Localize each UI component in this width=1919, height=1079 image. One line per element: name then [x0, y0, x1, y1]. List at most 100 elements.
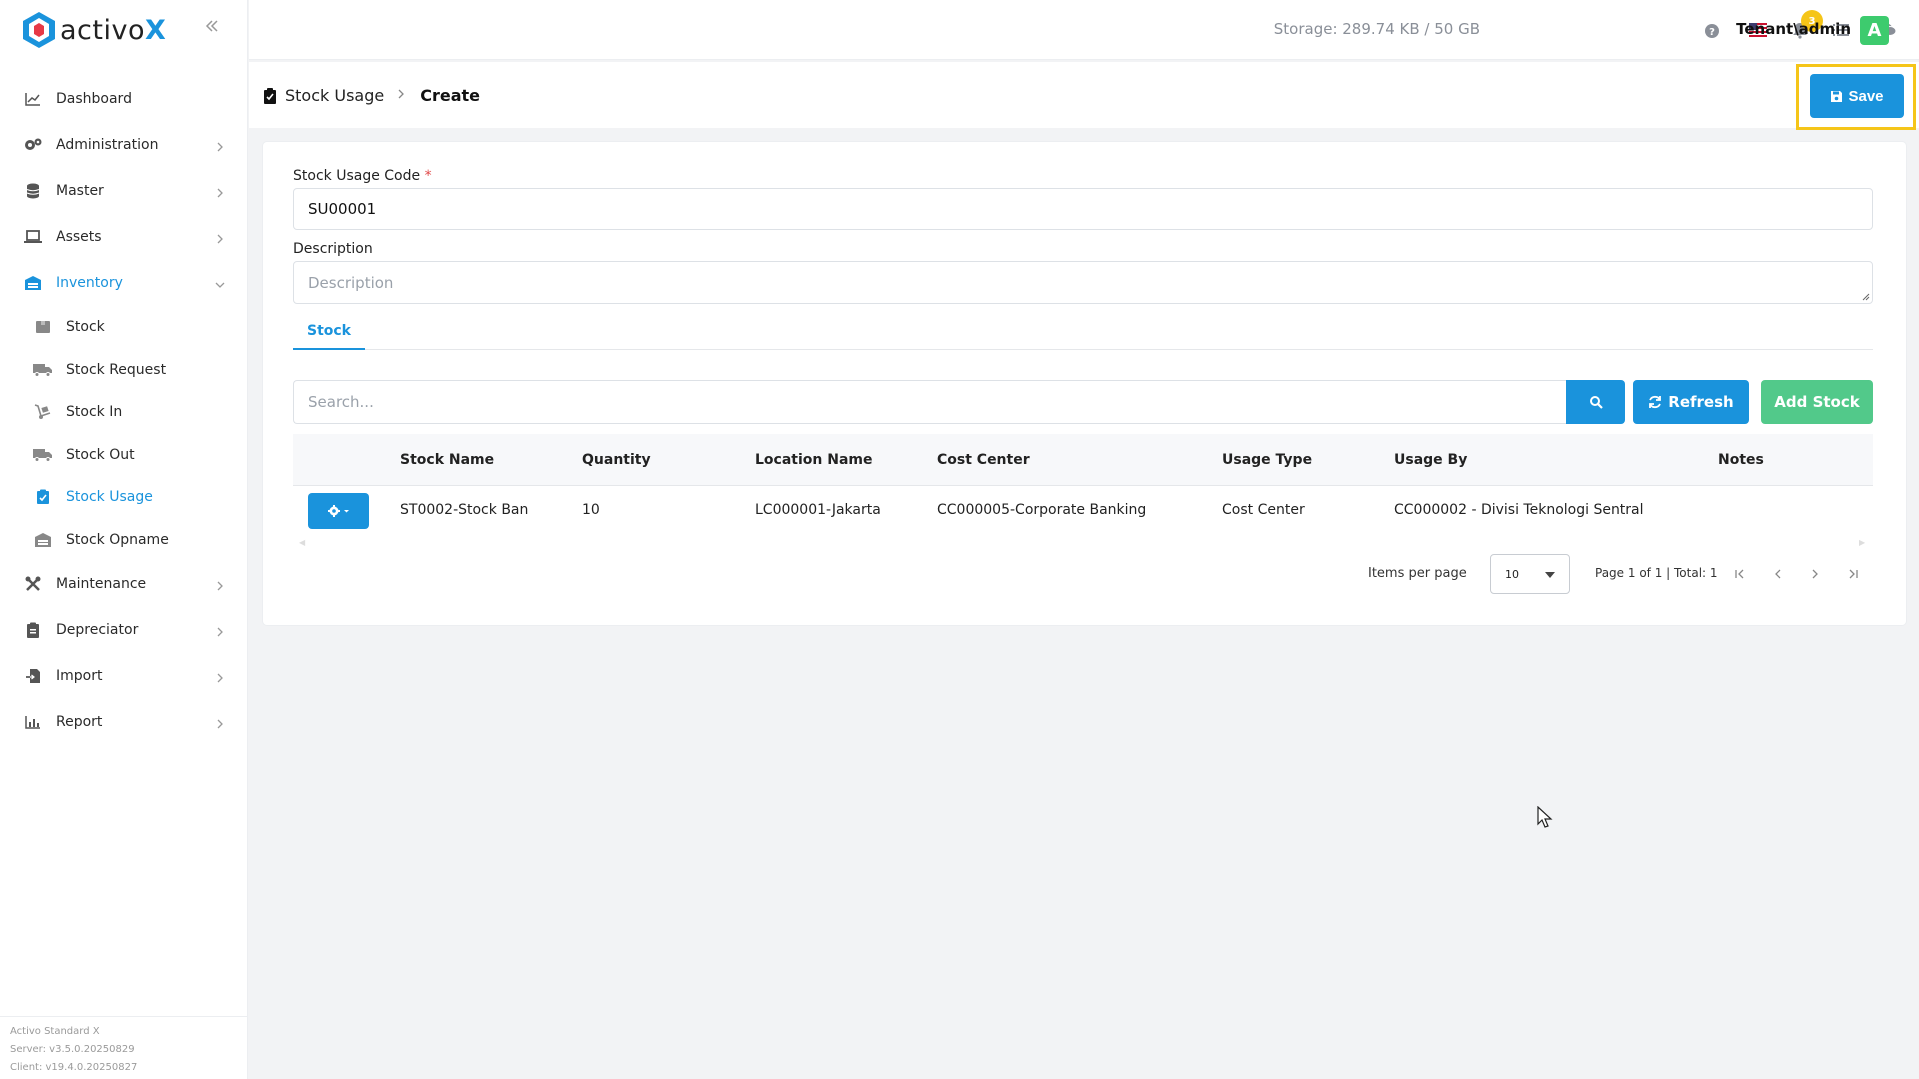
add-stock-button[interactable]: Add Stock [1761, 380, 1873, 424]
cell-location-name: LC000001-Jakarta [755, 502, 881, 518]
sidebar-item-stock-usage[interactable]: Stock Usage [0, 476, 248, 519]
chevron-right-icon [214, 578, 226, 591]
items-per-page-select[interactable]: 10 [1490, 554, 1570, 594]
sidebar-item-report[interactable]: Report [0, 699, 248, 745]
refresh-label: Refresh [1668, 393, 1734, 411]
cell-cost-center: CC000005-Corporate Banking [937, 502, 1147, 518]
sidebar-item-master[interactable]: Master [0, 168, 248, 214]
description-placeholder: Description [308, 273, 394, 292]
description-label: Description [293, 241, 373, 257]
clipboard-check-icon [32, 486, 54, 508]
warehouse-icon [22, 272, 44, 294]
chevron-right-icon [396, 88, 406, 104]
sidebar: activoX Dashboard Administration Master … [0, 0, 248, 1079]
last-page-icon[interactable] [1843, 564, 1863, 584]
cell-quantity: 10 [582, 502, 600, 518]
search-icon [1589, 396, 1603, 409]
stock-usage-code-field[interactable]: SU00001 [293, 188, 1873, 230]
scroll-left-icon[interactable]: ◀ [299, 538, 305, 547]
sidebar-item-assets[interactable]: Assets [0, 214, 248, 260]
code-label: Stock Usage Code * [293, 168, 432, 184]
sidebar-item-dashboard[interactable]: Dashboard [0, 76, 248, 122]
chevron-right-icon [214, 670, 226, 683]
chevron-right-icon [214, 185, 226, 198]
database-icon [22, 180, 44, 202]
page-info: Page 1 of 1 | Total: 1 [1595, 566, 1718, 580]
column-header[interactable]: Notes [1718, 452, 1764, 468]
column-header[interactable]: Stock Name [400, 452, 494, 468]
truck-icon [32, 359, 54, 381]
stock-usage-code-value: SU00001 [308, 200, 377, 218]
sidebar-item-depreciator[interactable]: Depreciator [0, 607, 248, 653]
search-button[interactable] [1566, 380, 1625, 424]
search-input[interactable]: Search... [293, 380, 1567, 424]
breadcrumb: Stock Usage Create [263, 86, 480, 105]
gear-dropdown-icon [327, 505, 349, 517]
box-icon [32, 316, 54, 338]
cogs-icon [22, 134, 44, 156]
product-name: Activo Standard X [10, 1026, 100, 1037]
clipboard-icon [22, 619, 44, 641]
column-header[interactable]: Usage By [1394, 452, 1467, 468]
breadcrumb-parent[interactable]: Stock Usage [285, 86, 384, 105]
sidebar-item-import[interactable]: Import [0, 653, 248, 699]
save-button[interactable]: Save [1810, 74, 1904, 118]
chevron-down-icon [214, 277, 226, 289]
page-header: Stock Usage Create Save [249, 62, 1919, 130]
help-icon[interactable]: ? [1703, 20, 1723, 40]
column-header[interactable]: Location Name [755, 452, 872, 468]
items-per-page-label: Items per page [1368, 566, 1467, 581]
server-version: Server: v3.5.0.20250829 [10, 1044, 135, 1055]
previous-page-icon[interactable] [1768, 564, 1788, 584]
paginator: Items per page 10 Page 1 of 1 | Total: 1 [293, 554, 1873, 594]
logo-text: activoX [60, 14, 167, 46]
table-row: ST0002-Stock Ban 10 LC000001-Jakarta CC0… [293, 486, 1873, 536]
column-header[interactable]: Quantity [582, 452, 651, 468]
sidebar-item-maintenance[interactable]: Maintenance [0, 561, 248, 607]
client-version: Client: v19.4.0.20250827 [10, 1062, 138, 1073]
stock-table: Stock Name Quantity Location Name Cost C… [293, 434, 1873, 547]
table-toolbar: Search... Refresh Add Stock [293, 380, 1873, 424]
sidebar-item-stock[interactable]: Stock [0, 306, 248, 349]
form-card: Stock Usage Code * SU00001 Description D… [263, 142, 1906, 625]
sidebar-item-stock-in[interactable]: Stock In [0, 391, 248, 434]
svg-text:?: ? [1709, 27, 1715, 38]
warehouse-icon [32, 529, 54, 551]
clipboard-check-icon [263, 87, 279, 105]
column-header[interactable]: Cost Center [937, 452, 1030, 468]
description-field[interactable]: Description [293, 261, 1873, 304]
sidebar-item-inventory[interactable]: Inventory [0, 260, 248, 306]
activox-logo[interactable]: activoX [22, 10, 166, 50]
next-page-icon[interactable] [1805, 564, 1825, 584]
collapse-sidebar-icon[interactable] [204, 18, 224, 38]
cell-usage-type: Cost Center [1222, 502, 1305, 518]
column-header[interactable]: Usage Type [1222, 452, 1312, 468]
scroll-right-icon[interactable]: ▶ [1859, 538, 1865, 547]
tab-stock[interactable]: Stock [293, 314, 365, 350]
breadcrumb-current: Create [420, 86, 480, 105]
version-info: Activo Standard X Server: v3.5.0.2025082… [0, 1016, 248, 1079]
cell-usage-by: CC000002 - Divisi Teknologi Sentral [1394, 502, 1644, 518]
topbar: Storage: 289.74 KB / 50 GB ? 3 Tenant\ad… [249, 0, 1919, 60]
hexagon-logo-icon [23, 12, 55, 48]
chart-line-icon [22, 88, 44, 110]
laptop-icon [22, 226, 44, 248]
sidebar-item-administration[interactable]: Administration [0, 122, 248, 168]
sidebar-item-stock-request[interactable]: Stock Request [0, 349, 248, 392]
chevron-right-icon [214, 624, 226, 637]
row-actions-button[interactable] [308, 493, 369, 529]
user-name[interactable]: Tenant\admin [1736, 20, 1851, 38]
chevron-right-icon [214, 139, 226, 152]
storage-indicator: Storage: 289.74 KB / 50 GB [1273, 20, 1480, 38]
dolly-icon [32, 401, 54, 423]
search-placeholder: Search... [308, 393, 374, 411]
mouse-cursor-icon [1537, 805, 1553, 834]
chevron-right-icon [214, 716, 226, 729]
first-page-icon[interactable] [1730, 564, 1750, 584]
sidebar-item-stock-opname[interactable]: Stock Opname [0, 519, 248, 562]
refresh-button[interactable]: Refresh [1633, 380, 1749, 424]
sidebar-item-stock-out[interactable]: Stock Out [0, 434, 248, 477]
items-per-page-value: 10 [1505, 567, 1519, 581]
resize-handle-icon[interactable] [1862, 293, 1870, 301]
avatar[interactable]: A [1860, 16, 1889, 45]
